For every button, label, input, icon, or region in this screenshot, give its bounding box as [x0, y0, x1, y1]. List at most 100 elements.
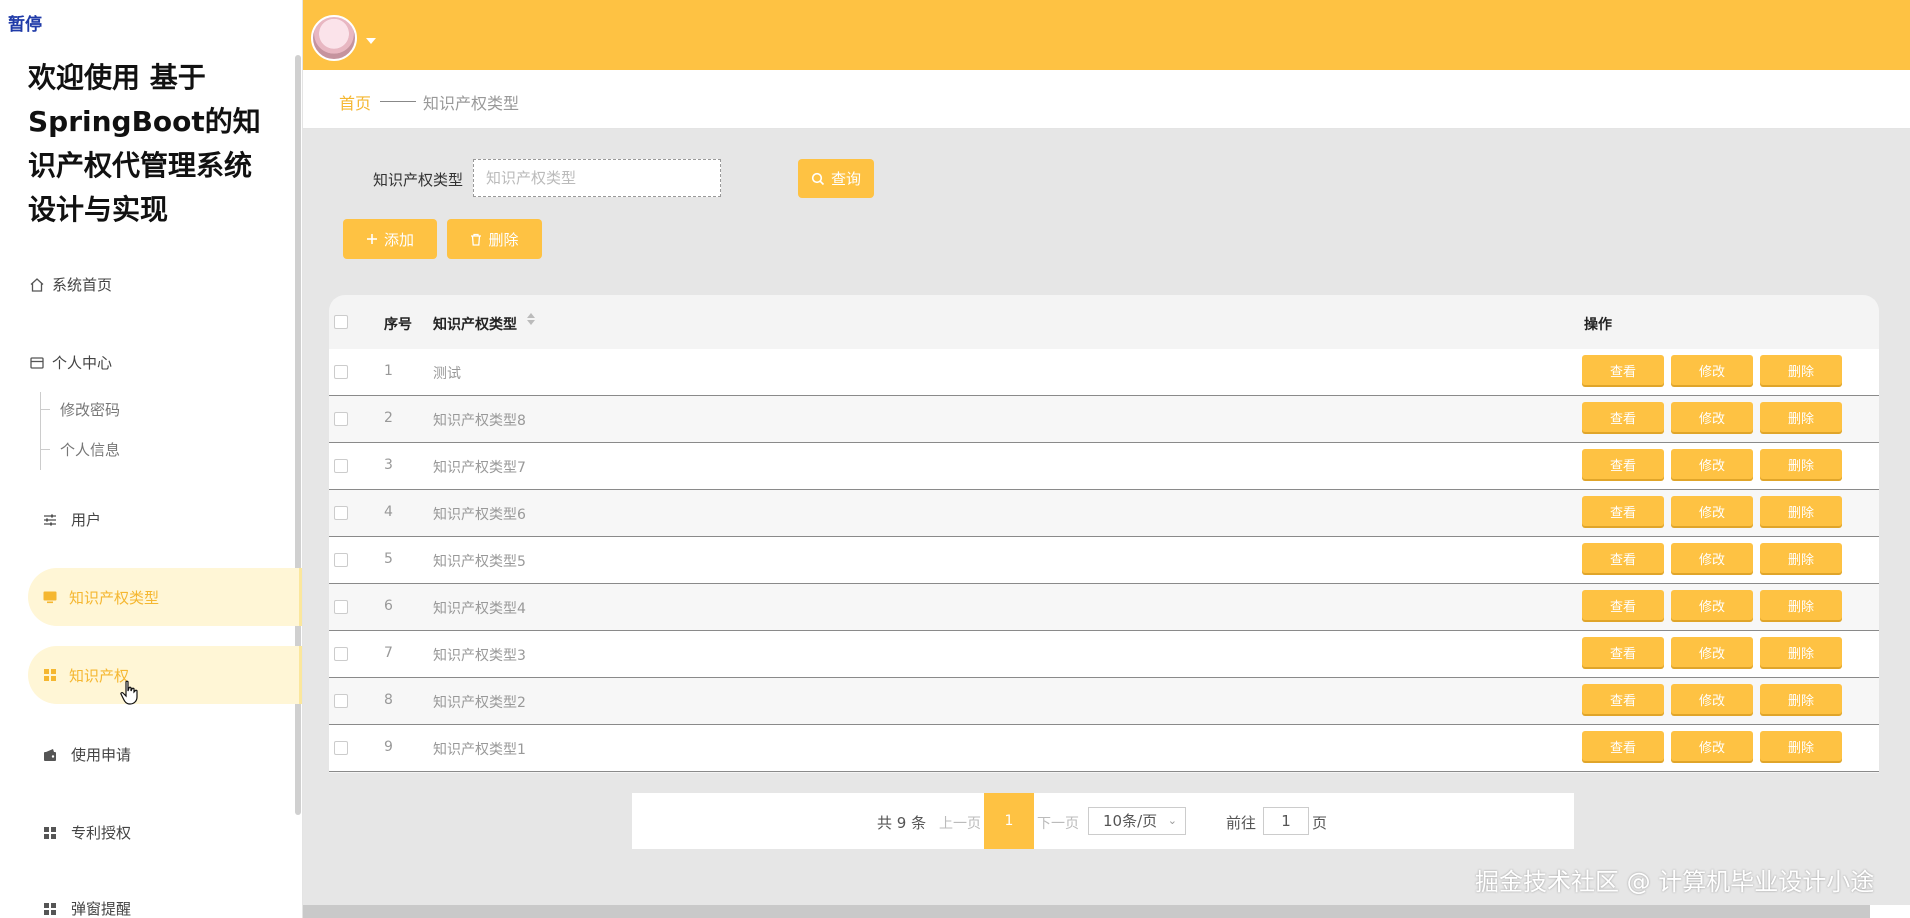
view-button[interactable]: 查看: [1582, 731, 1664, 761]
top-bar: [303, 0, 1910, 70]
sidebar-item-home[interactable]: 系统首页: [28, 274, 112, 295]
row-index: 3: [384, 457, 393, 473]
sidebar-item-user[interactable]: 用户: [41, 509, 101, 530]
row-delete-button[interactable]: 删除: [1760, 355, 1842, 385]
row-index: 2: [384, 410, 393, 426]
view-button[interactable]: 查看: [1582, 543, 1664, 573]
row-checkbox[interactable]: [334, 553, 348, 567]
prev-page-button[interactable]: 上一页: [939, 813, 981, 833]
home-icon: [28, 276, 46, 294]
row-delete-button[interactable]: 删除: [1760, 637, 1842, 667]
sidebar-item-personal-center[interactable]: 个人中心: [28, 352, 112, 373]
search-icon: [811, 172, 825, 186]
row-delete-button[interactable]: 删除: [1760, 731, 1842, 761]
pause-tag: 暂停: [8, 15, 42, 35]
row-type: 知识产权类型8: [433, 413, 526, 429]
search-button[interactable]: 查询: [798, 159, 874, 198]
header-type[interactable]: 知识产权类型: [433, 314, 517, 334]
add-button[interactable]: 添加: [343, 219, 437, 259]
sidebar-item-ip-type[interactable]: 知识产权类型: [28, 568, 302, 626]
view-button[interactable]: 查看: [1582, 449, 1664, 479]
row-checkbox[interactable]: [334, 741, 348, 755]
table-row: 8 知识产权类型2 查看 修改 删除: [329, 678, 1879, 725]
page-unit: 页: [1312, 814, 1328, 832]
sidebar-item-ip[interactable]: 知识产权: [28, 646, 302, 704]
edit-button[interactable]: 修改: [1671, 731, 1753, 761]
breadcrumb-current: 知识产权类型: [423, 94, 520, 113]
pagination-total: 共 9 条: [877, 814, 927, 832]
table-header: 序号 知识产权类型 操作: [329, 295, 1879, 349]
edit-button[interactable]: 修改: [1671, 355, 1753, 385]
caret-down-icon[interactable]: [366, 30, 376, 49]
table-row: 4 知识产权类型6 查看 修改 删除: [329, 490, 1879, 537]
sidebar-item-change-password[interactable]: 修改密码: [60, 399, 120, 420]
add-button-label: 添加: [383, 230, 414, 249]
edit-button[interactable]: 修改: [1671, 496, 1753, 526]
row-index: 7: [384, 645, 393, 661]
select-all-checkbox[interactable]: [334, 315, 348, 329]
breadcrumb-home[interactable]: 首页: [339, 90, 371, 114]
delete-button[interactable]: 删除: [447, 219, 542, 259]
view-button[interactable]: 查看: [1582, 402, 1664, 432]
edit-button[interactable]: 修改: [1671, 637, 1753, 667]
row-checkbox[interactable]: [334, 506, 348, 520]
header-index: 序号: [384, 317, 412, 333]
edit-button[interactable]: 修改: [1671, 543, 1753, 573]
table-row: 2 知识产权类型8 查看 修改 删除: [329, 396, 1879, 443]
view-button[interactable]: 查看: [1582, 496, 1664, 526]
sidebar-item-label: 专利授权: [71, 824, 132, 842]
row-checkbox[interactable]: [334, 412, 348, 426]
grid-icon: [41, 824, 59, 842]
submenu-line: [40, 392, 41, 470]
row-delete-button[interactable]: 删除: [1760, 684, 1842, 714]
row-delete-button[interactable]: 删除: [1760, 590, 1842, 620]
horizontal-scrollbar[interactable]: [303, 905, 1870, 918]
sidebar-item-patent-auth[interactable]: 专利授权: [41, 822, 131, 843]
table-row: 6 知识产权类型4 查看 修改 删除: [329, 584, 1879, 631]
active-accent-bar: [299, 646, 302, 704]
view-button[interactable]: 查看: [1582, 355, 1664, 385]
row-type: 知识产权类型4: [433, 601, 526, 617]
table-row: 3 知识产权类型7 查看 修改 删除: [329, 443, 1879, 490]
row-index: 1: [384, 363, 393, 379]
sidebar-item-personal-info[interactable]: 个人信息: [60, 439, 120, 460]
search-label: 知识产权类型: [373, 171, 464, 189]
row-delete-button[interactable]: 删除: [1760, 402, 1842, 432]
edit-button[interactable]: 修改: [1671, 590, 1753, 620]
sidebar-item-usage-request[interactable]: 使用申请: [41, 744, 131, 765]
row-checkbox[interactable]: [334, 694, 348, 708]
row-type: 知识产权类型1: [433, 742, 526, 758]
row-delete-button[interactable]: 删除: [1760, 449, 1842, 479]
row-delete-button[interactable]: 删除: [1760, 543, 1842, 573]
edit-button[interactable]: 修改: [1671, 449, 1753, 479]
sidebar-item-label: 使用申请: [71, 746, 132, 764]
row-checkbox[interactable]: [334, 600, 348, 614]
row-index: 5: [384, 551, 393, 567]
sidebar-item-label: 知识产权类型: [69, 588, 160, 607]
edit-button[interactable]: 修改: [1671, 402, 1753, 432]
view-button[interactable]: 查看: [1582, 637, 1664, 667]
row-type: 测试: [433, 366, 461, 382]
sort-icon[interactable]: [526, 311, 536, 331]
current-page-button[interactable]: 1: [984, 793, 1034, 849]
active-accent-bar: [299, 568, 302, 626]
row-checkbox[interactable]: [334, 365, 348, 379]
avatar[interactable]: [311, 15, 357, 61]
search-input[interactable]: [473, 159, 721, 197]
sidebar: 暂停 欢迎使用 基于SpringBoot的知识产权代管理系统设计与实现 系统首页…: [0, 0, 303, 918]
next-page-button[interactable]: 下一页: [1037, 813, 1079, 833]
row-checkbox[interactable]: [334, 647, 348, 661]
hand-cursor-icon: [120, 680, 140, 710]
edit-button[interactable]: 修改: [1671, 684, 1753, 714]
sidebar-item-popup-reminder[interactable]: 弹窗提醒: [41, 898, 131, 918]
row-delete-button[interactable]: 删除: [1760, 496, 1842, 526]
row-type: 知识产权类型5: [433, 554, 526, 570]
page-size-select[interactable]: 10条/页 ⌄: [1088, 807, 1186, 835]
delete-button-label: 删除: [488, 230, 519, 249]
view-button[interactable]: 查看: [1582, 590, 1664, 620]
row-checkbox[interactable]: [334, 459, 348, 473]
breadcrumb: 首页 知识产权类型: [303, 70, 1910, 129]
goto-page-input[interactable]: 1: [1263, 807, 1309, 835]
view-button[interactable]: 查看: [1582, 684, 1664, 714]
sidebar-item-label: 用户: [71, 511, 102, 529]
